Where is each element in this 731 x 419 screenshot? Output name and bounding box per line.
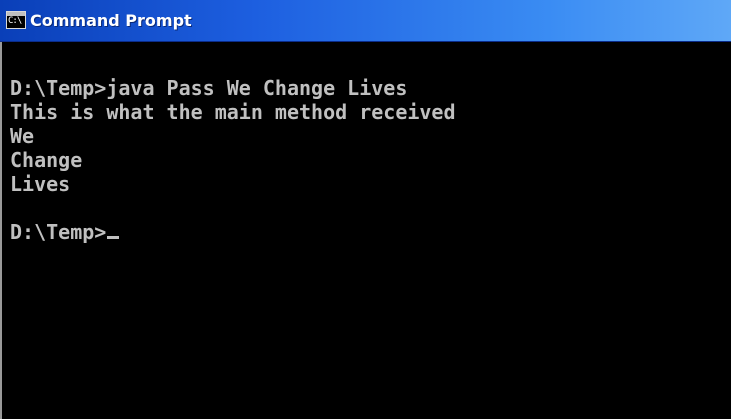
console-prompt-line[interactable]: D:\Temp>	[10, 220, 456, 244]
command-prompt-icon[interactable]: C:\	[6, 11, 26, 29]
console-line-arg: Lives	[10, 172, 71, 196]
icon-glyph: C:\	[8, 16, 22, 26]
text-cursor	[107, 236, 120, 239]
command-prompt-window: C:\ Command Prompt D:\Temp>java Pass We …	[0, 0, 731, 419]
console-line-arg: Change	[10, 148, 83, 172]
console-line-blank	[10, 196, 456, 220]
console-line-command: D:\Temp>java Pass We Change Lives	[10, 76, 408, 100]
console-output: D:\Temp>java Pass We Change Lives This i…	[10, 52, 456, 244]
window-title: Command Prompt	[30, 11, 192, 30]
console-prompt: D:\Temp>	[10, 220, 107, 244]
console-line-output: This is what the main method received	[10, 100, 456, 124]
console-area[interactable]: D:\Temp>java Pass We Change Lives This i…	[0, 42, 731, 419]
console-line-arg: We	[10, 124, 35, 148]
title-bar[interactable]: C:\ Command Prompt	[0, 0, 731, 42]
console-line-blank	[10, 52, 456, 76]
